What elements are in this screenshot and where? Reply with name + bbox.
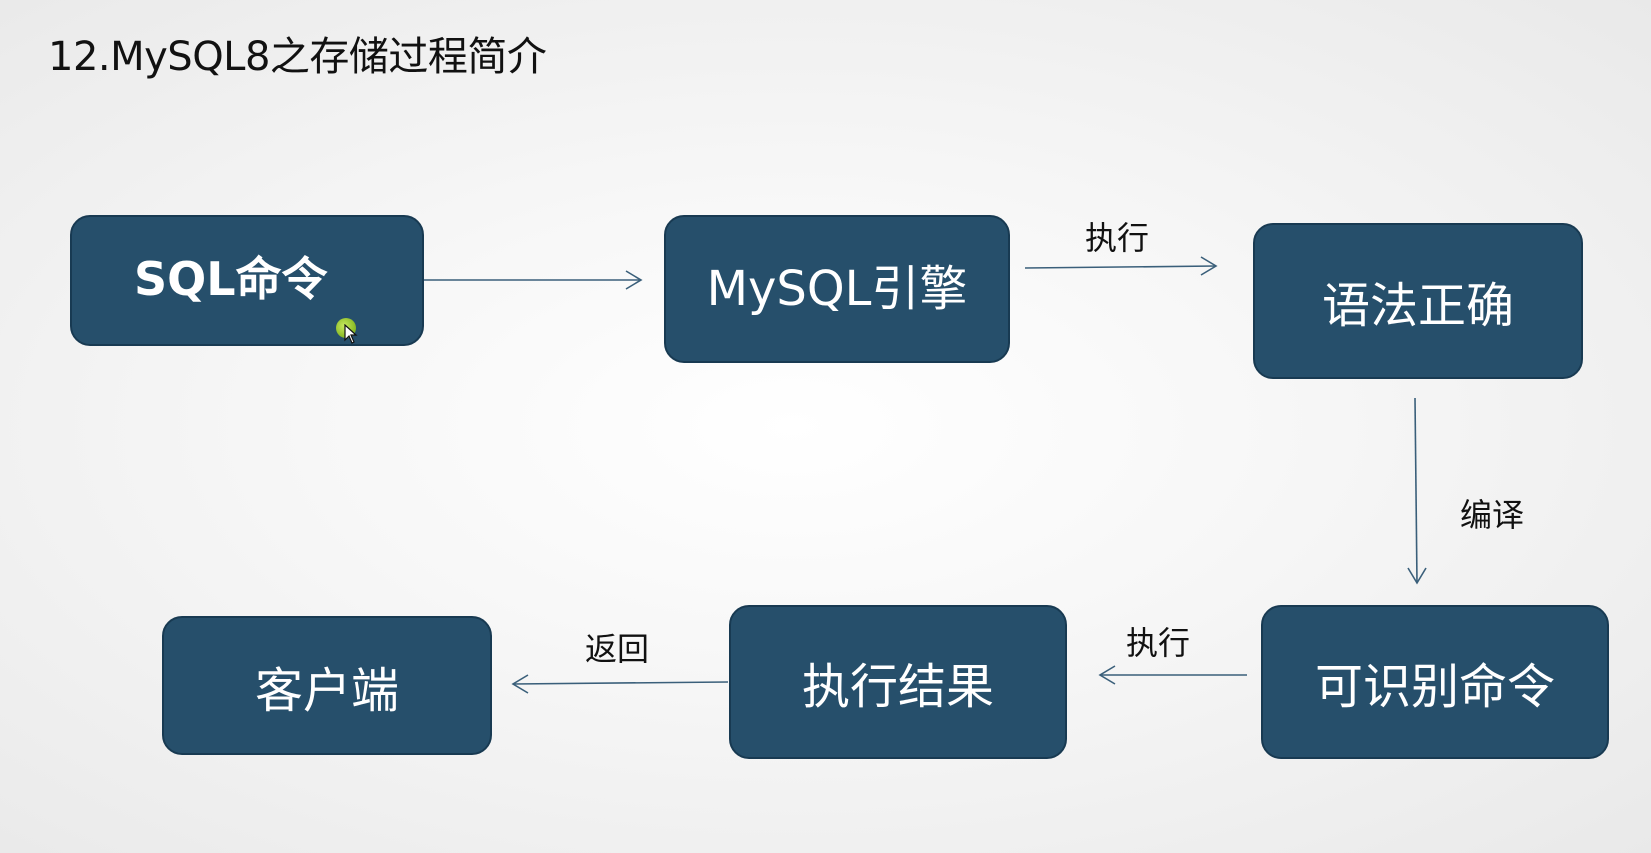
edge-label-return: 返回 [585,630,650,668]
node-client-label: 客户端 [254,662,399,719]
arrow-sql-to-engine [424,270,643,290]
node-sql-command: SQL命令 [70,215,424,346]
node-sql-command-label: SQL命令 [134,251,328,306]
node-recognizable-command: 可识别命令 [1261,605,1609,759]
node-mysql-engine: MySQL引擎 [664,215,1010,363]
edge-label-compile: 编译 [1460,496,1525,534]
node-execution-result-label: 执行结果 [801,659,994,715]
node-mysql-engine-label: MySQL引擎 [706,261,968,317]
node-execution-result: 执行结果 [729,605,1067,759]
node-syntax-correct: 语法正确 [1253,223,1583,379]
arrow-engine-to-syntax [1024,256,1218,276]
node-recognizable-command-label: 可识别命令 [1314,659,1555,715]
mouse-cursor-icon [344,324,358,344]
node-syntax-correct-label: 语法正确 [1321,278,1514,334]
node-client: 客户端 [162,616,492,755]
edge-label-execute-top: 执行 [1085,219,1150,257]
arrow-syntax-to-command [1407,397,1427,585]
arrow-command-to-result [1098,665,1247,685]
arrow-result-to-client [511,674,729,694]
edge-label-execute-bottom: 执行 [1126,624,1191,662]
